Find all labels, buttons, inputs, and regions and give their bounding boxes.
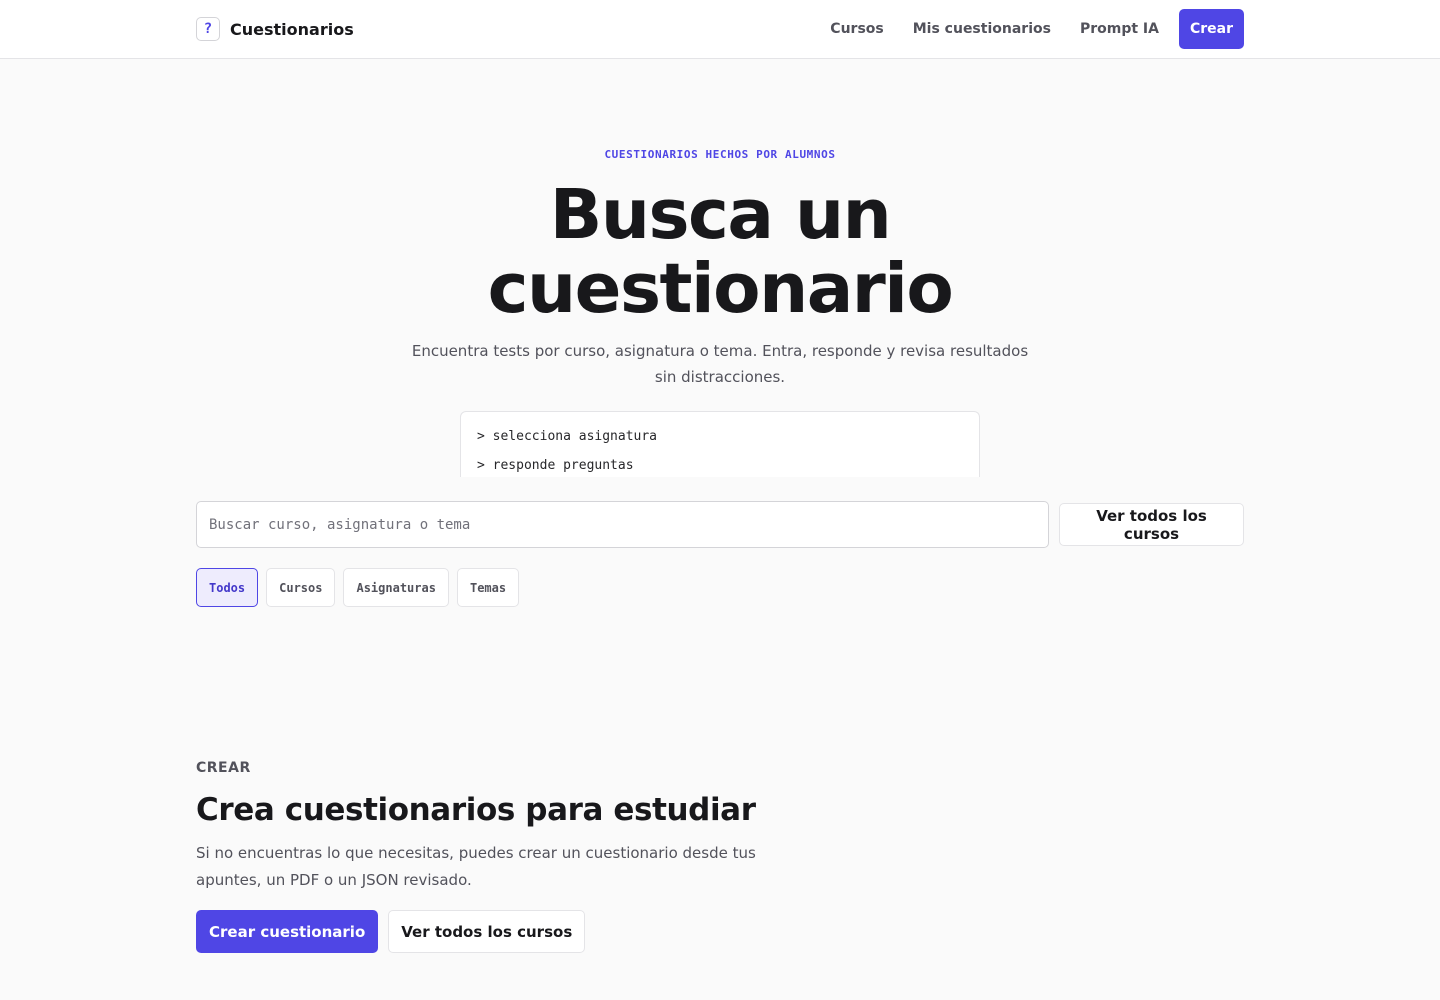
create-quiz-button[interactable]: Crear cuestionario: [196, 910, 379, 953]
hero-subtitle: Encuentra tests por curso, asignatura o …: [411, 342, 1029, 386]
nav-link-prompt-ia[interactable]: Prompt IA: [1080, 21, 1159, 37]
section-label: CREAR: [196, 760, 251, 776]
main-nav: Cursos Mis cuestionarios Prompt IA Crear: [830, 9, 1244, 49]
section-description: Si no encuentras lo que necesitas, puede…: [196, 844, 756, 889]
create-button[interactable]: Crear: [1178, 9, 1244, 49]
top-navbar: ? Cuestionarios Cursos Mis cuestionarios…: [0, 0, 1440, 59]
terminal-preview: > selecciona asignatura > responde pregu…: [460, 411, 980, 477]
page-title-line-1: Busca un: [549, 175, 892, 255]
question-mark-icon: ?: [196, 17, 220, 41]
view-all-courses-button[interactable]: Ver todos los cursos: [1059, 503, 1244, 546]
page-title-line-2: cuestionario: [487, 249, 954, 329]
view-all-courses-secondary-button[interactable]: Ver todos los cursos: [388, 910, 586, 953]
terminal-line: > selecciona asignatura: [477, 429, 658, 444]
section-title: Crea cuestionarios para estudiar: [196, 792, 756, 828]
filter-chips: Todos Cursos Asignaturas Temas: [196, 568, 520, 607]
nav-link-mis-cuestionarios[interactable]: Mis cuestionarios: [913, 21, 1051, 37]
cta-row: Crear cuestionario Ver todos los cursos: [196, 910, 586, 953]
filter-chip-asignaturas[interactable]: Asignaturas: [343, 568, 449, 607]
filter-chip-todos[interactable]: Todos: [196, 568, 259, 607]
brand-logo[interactable]: ? Cuestionarios: [196, 17, 354, 41]
terminal-line: > responde preguntas: [477, 458, 634, 473]
filter-chip-cursos[interactable]: Cursos: [266, 568, 336, 607]
page-title: Busca un cuestionario: [0, 178, 1440, 326]
filter-chip-temas[interactable]: Temas: [456, 568, 520, 607]
nav-link-cursos[interactable]: Cursos: [830, 21, 883, 37]
brand-name: Cuestionarios: [230, 19, 354, 39]
search-input[interactable]: [196, 501, 1049, 548]
hero-eyebrow: CUESTIONARIOS HECHOS POR ALUMNOS: [604, 148, 836, 161]
